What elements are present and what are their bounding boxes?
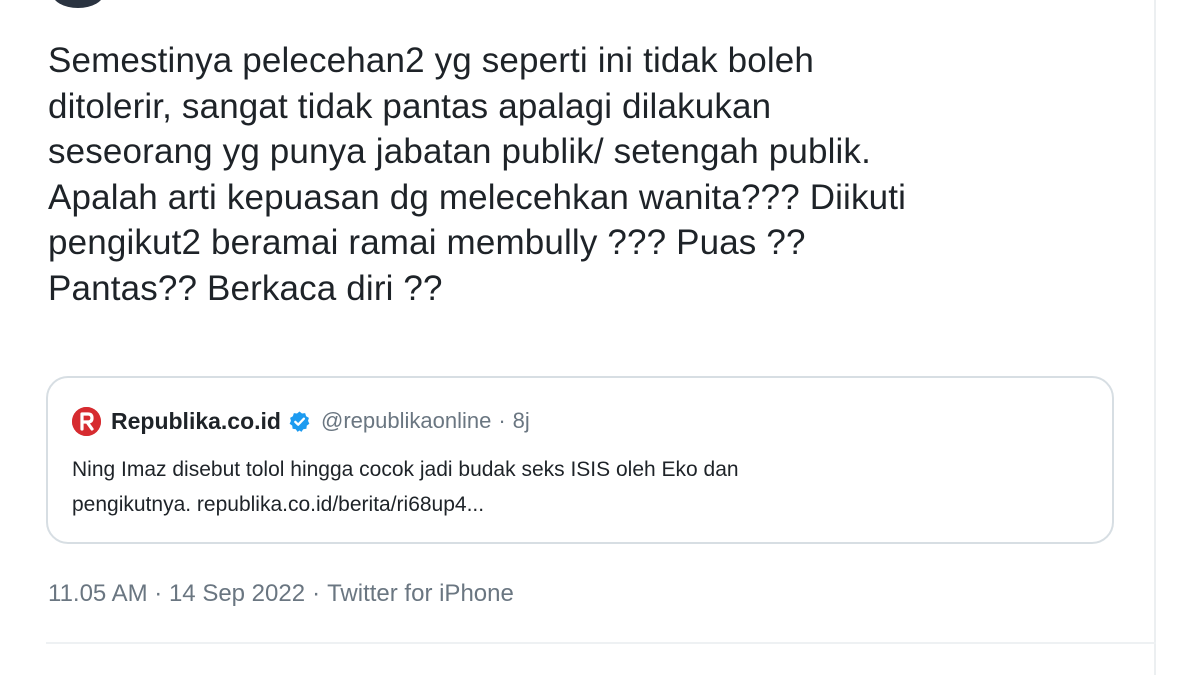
quoted-tweet-header: Republika.co.id @republikaonline · 8j: [72, 406, 530, 436]
separator-dot: ·: [498, 408, 506, 433]
quoted-author-handle[interactable]: @republikaonline: [321, 408, 491, 434]
quoted-tweet-text: Ning Imaz disebut tolol hingga cocok jad…: [72, 458, 739, 516]
author-avatar[interactable]: [52, 0, 104, 8]
verified-badge-icon: [288, 410, 311, 433]
tweet-metadata: 11.05 AM · 14 Sep 2022 · Twitter for iPhon…: [48, 580, 514, 608]
timeline-border: [1154, 0, 1156, 675]
republika-logo-icon[interactable]: [72, 406, 101, 436]
quoted-tweet-time[interactable]: 8j: [513, 408, 530, 434]
separator-dot: ·: [312, 580, 321, 607]
divider: [46, 642, 1156, 644]
quoted-author-name[interactable]: Republika.co.id: [111, 408, 281, 435]
tweet-text: Semestinya pelecehan2 yg seperti ini tid…: [48, 41, 907, 308]
tweet-detail-view: Semestinya pelecehan2 yg seperti ini tid…: [0, 0, 1200, 675]
tweet-source[interactable]: Twitter for iPhone: [327, 580, 514, 607]
tweet-timestamp[interactable]: 11.05 AM · 14 Sep 2022: [48, 580, 305, 607]
quoted-tweet-card[interactable]: Republika.co.id @republikaonline · 8j Ni…: [46, 376, 1114, 544]
